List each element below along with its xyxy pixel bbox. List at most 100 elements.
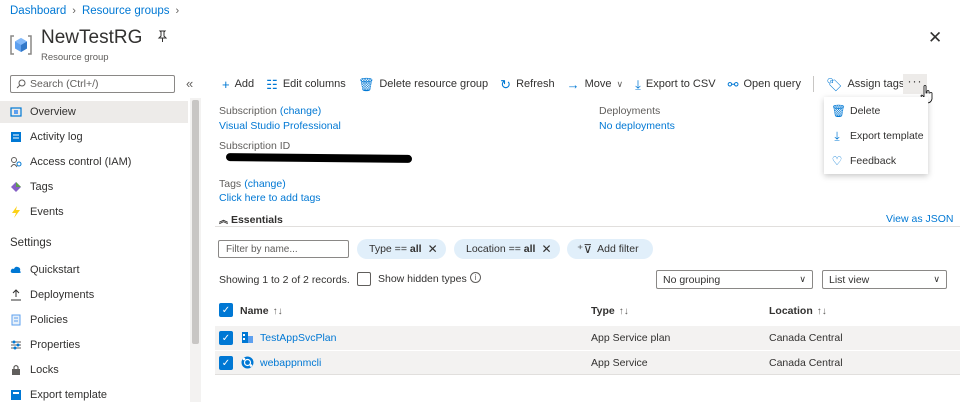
grouping-select[interactable]: No grouping ∨: [656, 270, 813, 289]
sliders-icon: [11, 340, 21, 350]
sidebar-item-tags[interactable]: Tags: [0, 176, 188, 198]
sidebar-item-label: Locks: [30, 364, 59, 376]
type-filter-pill[interactable]: Type == all ✕: [357, 239, 446, 259]
column-header-location[interactable]: Location ↑↓: [769, 305, 827, 317]
show-hidden-types-checkbox[interactable]: [357, 272, 371, 286]
tags-change-link[interactable]: (change): [244, 178, 285, 190]
sidebar-item-deployments[interactable]: Deployments: [0, 284, 188, 306]
sidebar-item-activity-log[interactable]: Activity log: [0, 126, 188, 148]
sidebar-item-label: Properties: [30, 339, 81, 351]
subscription-label-row: Subscription (change): [219, 105, 321, 117]
show-hidden-types-label: Show hidden types: [378, 273, 467, 285]
page-title: NewTestRG: [41, 27, 143, 48]
tags-label-row: Tags (change): [219, 178, 286, 190]
close-icon[interactable]: ✕: [541, 242, 551, 256]
sidebar-item-label: Quickstart: [30, 264, 80, 276]
row-location: Canada Central: [769, 332, 843, 344]
sidebar-item-label: Access control (IAM): [30, 156, 132, 168]
view-json-link[interactable]: View as JSON: [886, 213, 954, 225]
table-row[interactable]: [215, 351, 960, 375]
column-header-type[interactable]: Type ↑↓: [591, 305, 629, 317]
add-filter-button[interactable]: ⁺⊽ Add filter: [567, 239, 653, 259]
sidebar-item-properties[interactable]: Properties: [0, 334, 188, 356]
tag-icon: 🏷: [825, 76, 843, 92]
scrollbar-thumb[interactable]: [192, 100, 199, 344]
menu-item-export-template[interactable]: ⤓ Export template: [824, 124, 928, 148]
filter-by-name-input[interactable]: Filter by name...: [218, 240, 349, 258]
tags-label: Tags: [219, 178, 242, 190]
deployments-value[interactable]: No deployments: [599, 120, 675, 132]
overview-icon: [10, 107, 22, 117]
command-bar: + Add ☷ Edit columns 🗑 Delete resource grou…: [222, 74, 916, 94]
download-icon: ⤓: [635, 76, 641, 92]
add-tags-link[interactable]: Click here to add tags: [219, 192, 321, 204]
sidebar-item-export-template[interactable]: Export template: [0, 384, 188, 402]
trash-icon: 🗑: [831, 104, 847, 118]
refresh-button[interactable]: ↻ Refresh: [500, 78, 554, 91]
chevron-right-icon: ›: [72, 5, 76, 17]
pin-icon[interactable]: [156, 30, 168, 43]
arrow-right-icon: →: [566, 76, 580, 92]
app-service-icon: [241, 356, 254, 369]
move-button[interactable]: → Move ∨: [567, 78, 624, 91]
open-query-button[interactable]: ⚯ Open query: [728, 78, 801, 91]
sidebar-item-overview[interactable]: Overview: [0, 101, 188, 123]
sidebar-scrollbar[interactable]: [190, 98, 201, 402]
deployments-label: Deployments: [599, 105, 661, 117]
column-header-name[interactable]: Name ↑↓: [240, 305, 283, 317]
row-type: App Service: [591, 357, 648, 369]
table-bottom-divider: [215, 374, 960, 375]
row-checkbox[interactable]: ✓: [219, 356, 233, 370]
select-all-checkbox[interactable]: ✓: [219, 303, 233, 317]
location-filter-pill[interactable]: Location == all ✕: [454, 239, 560, 259]
add-button[interactable]: + Add: [222, 78, 254, 91]
sidebar-item-quickstart[interactable]: Quickstart: [0, 259, 188, 281]
breadcrumb: Dashboard › Resource groups ›: [10, 5, 179, 17]
essentials-toggle[interactable]: ︽ Essentials: [219, 213, 283, 226]
breadcrumb-resource-groups[interactable]: Resource groups: [82, 5, 170, 17]
chevron-down-icon: ∨: [799, 274, 806, 284]
add-filter-icon: ⁺⊽: [577, 242, 593, 256]
delete-resource-group-button[interactable]: 🗑 Delete resource group: [358, 78, 488, 91]
refresh-icon: ↻: [500, 76, 512, 92]
export-csv-button[interactable]: ⤓ Export to CSV: [635, 78, 715, 91]
search-placeholder: Search (Ctrl+/): [30, 78, 99, 90]
lock-icon: [12, 364, 20, 375]
edit-columns-button[interactable]: ☷ Edit columns: [266, 78, 346, 91]
sidebar-item-locks[interactable]: Locks: [0, 359, 188, 381]
sidebar-item-policies[interactable]: Policies: [0, 309, 188, 331]
sort-icon: ↑↓: [618, 305, 629, 317]
sidebar-item-iam[interactable]: Access control (IAM): [0, 151, 188, 173]
row-name-link[interactable]: TestAppSvcPlan: [260, 332, 336, 344]
redacted-subscription-id: [225, 153, 413, 163]
menu-item-delete[interactable]: 🗑 Delete: [824, 99, 928, 123]
sidebar-search-input[interactable]: Search (Ctrl+/): [10, 75, 175, 93]
sidebar-item-events[interactable]: Events: [0, 201, 188, 223]
sidebar-item-label: Events: [30, 206, 64, 218]
menu-item-feedback[interactable]: ♡ Feedback: [824, 149, 928, 173]
subscription-value[interactable]: Visual Studio Professional: [219, 120, 341, 132]
toolbar-divider: [812, 76, 814, 92]
close-icon[interactable]: ✕: [428, 242, 438, 256]
close-icon[interactable]: ✕: [928, 28, 942, 48]
collapse-sidebar-icon[interactable]: «: [186, 76, 193, 91]
chevron-right-icon: ›: [175, 5, 180, 17]
activity-log-icon: [11, 132, 21, 142]
assign-tags-button[interactable]: 🏷 Assign tags: [826, 78, 904, 91]
checkmark-icon: ✓: [219, 303, 233, 317]
records-summary: Showing 1 to 2 of 2 records.: [219, 274, 350, 286]
breadcrumb-dashboard[interactable]: Dashboard: [10, 5, 66, 17]
view-select[interactable]: List view ∨: [822, 270, 947, 289]
row-name-link[interactable]: webappnmcli: [260, 357, 321, 369]
row-location: Canada Central: [769, 357, 843, 369]
sidebar-item-label: Overview: [30, 106, 76, 118]
subscription-change-link[interactable]: (change): [280, 105, 321, 117]
more-menu: 🗑 Delete ⤓ Export template ♡ Feedback: [824, 97, 928, 174]
info-icon[interactable]: i: [470, 272, 481, 283]
plus-icon: +: [222, 76, 230, 92]
chevron-up-double-icon: ︽: [219, 215, 229, 225]
row-checkbox[interactable]: ✓: [219, 331, 233, 345]
tag-icon: [11, 182, 21, 192]
subscription-label: Subscription: [219, 105, 277, 117]
chevron-down-icon: ∨: [616, 78, 624, 89]
